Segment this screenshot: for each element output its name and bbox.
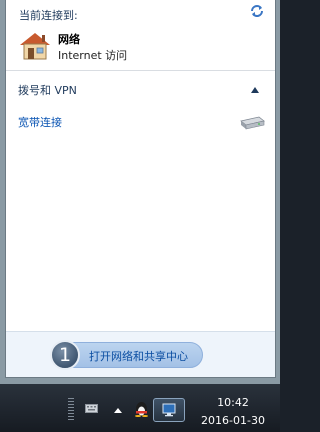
clock-date: 2016-01-30: [201, 414, 265, 427]
step-number-badge: 1: [50, 340, 80, 370]
clock[interactable]: 10:42 2016-01-30: [192, 394, 274, 430]
chevron-up-icon[interactable]: [251, 87, 259, 93]
clock-time: 10:42: [217, 396, 249, 409]
open-network-center-button[interactable]: 1 打开网络和共享中心: [50, 340, 203, 370]
home-network-icon: [20, 33, 50, 60]
network-flyout: 当前连接到: 网络 Internet 访问 拨号和 VPN 宽带连接 1 打开网…: [0, 0, 280, 384]
network-name: 网络: [58, 33, 80, 46]
divider: [6, 70, 275, 71]
flyout-footer: 1 打开网络和共享中心: [6, 331, 275, 377]
dialup-vpn-section-title: 拨号和 VPN: [18, 84, 77, 97]
network-tray-button[interactable]: [153, 398, 185, 422]
taskbar: 10:42 2016-01-30: [0, 384, 280, 432]
network-flyout-panel: 当前连接到: 网络 Internet 访问 拨号和 VPN 宽带连接 1 打开网…: [5, 0, 276, 378]
refresh-icon[interactable]: [249, 3, 265, 19]
network-status: Internet 访问: [58, 49, 128, 62]
dialup-modem-icon[interactable]: [239, 115, 265, 131]
keyboard-icon[interactable]: [85, 404, 98, 413]
penguin-icon[interactable]: [133, 400, 150, 417]
network-monitor-icon: [162, 403, 176, 417]
triangle-up-icon[interactable]: [114, 408, 122, 413]
taskbar-grip: [68, 398, 74, 420]
open-network-center-label: 打开网络和共享中心: [89, 350, 188, 363]
broadband-connection-link[interactable]: 宽带连接: [18, 114, 62, 130]
connected-to-header: 当前连接到:: [19, 9, 78, 22]
